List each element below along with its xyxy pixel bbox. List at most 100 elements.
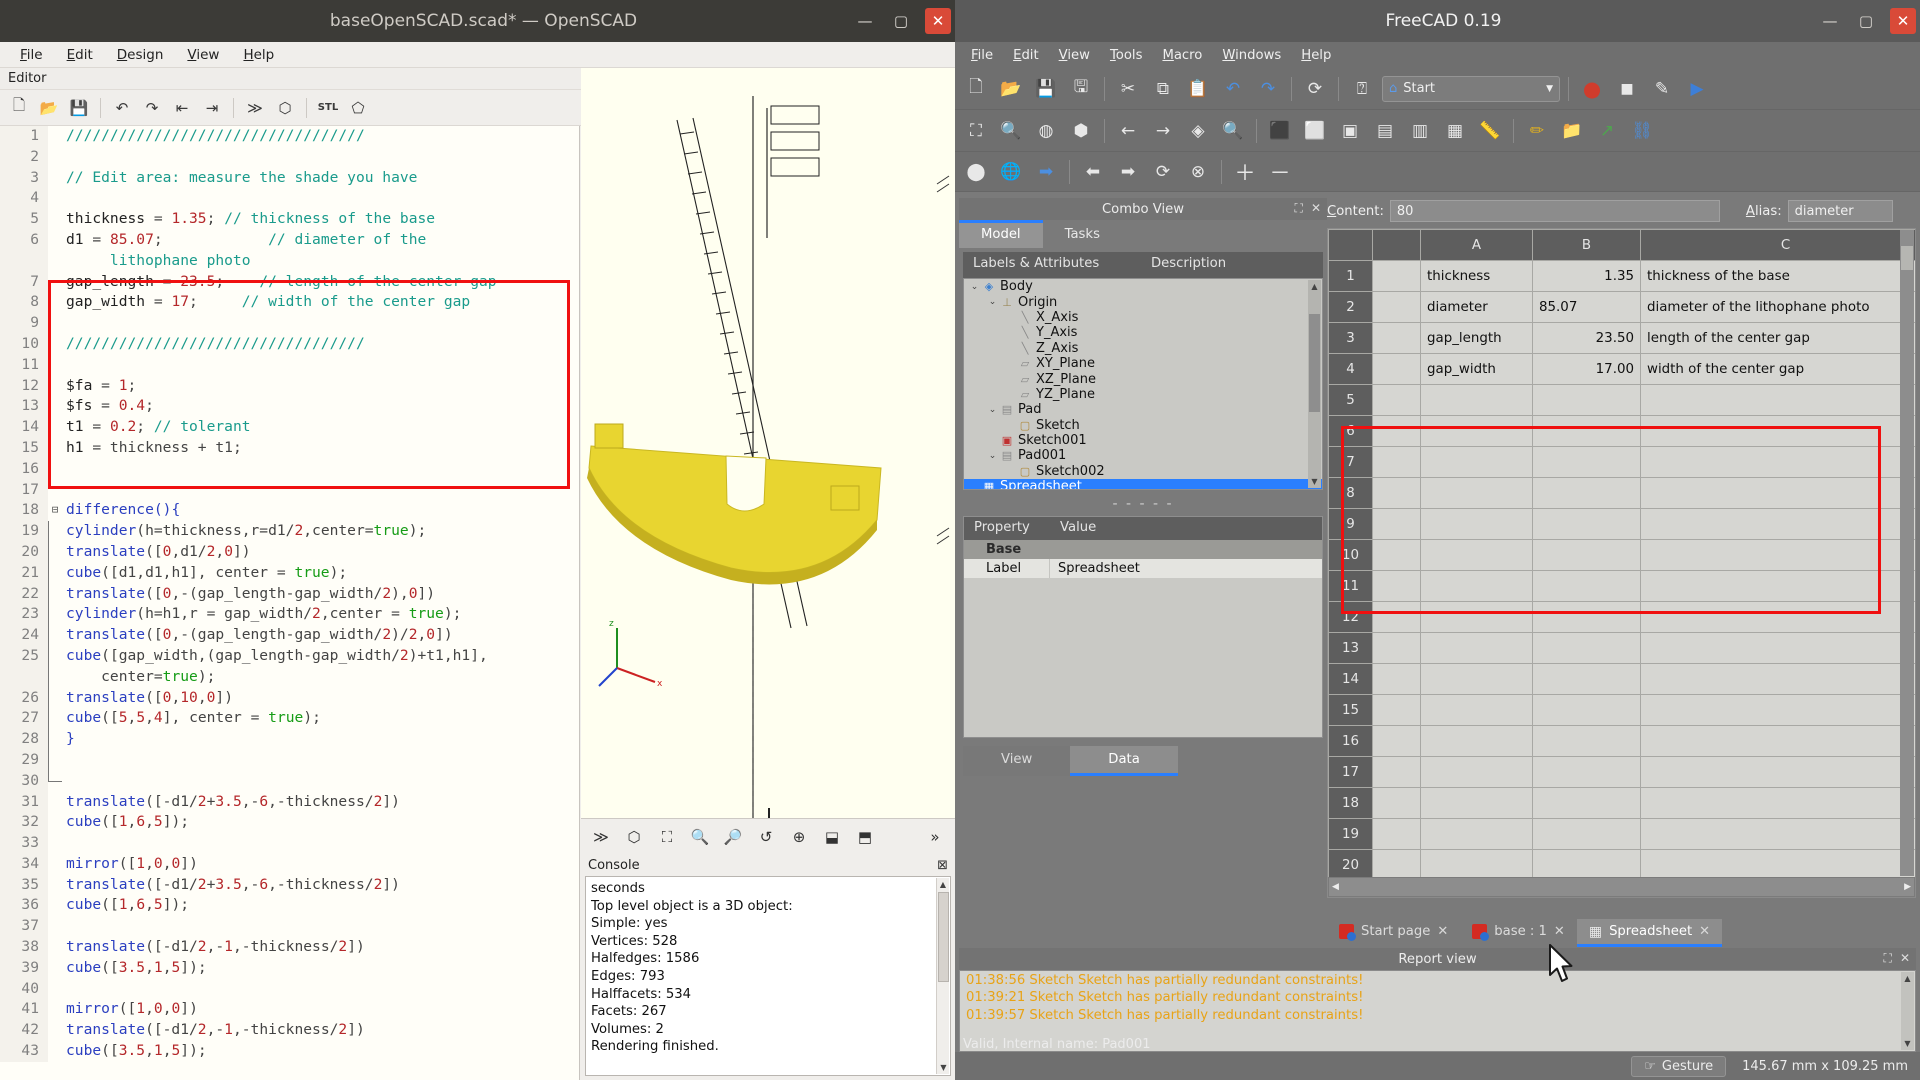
row-header[interactable]: 14 (1328, 663, 1373, 695)
close-icon[interactable]: ✕ (1699, 924, 1710, 939)
cell-blank[interactable] (1372, 384, 1421, 416)
unindent-icon[interactable]: ⇤ (169, 95, 195, 121)
refresh-icon[interactable]: ⟳ (1300, 74, 1330, 104)
cell-A11[interactable] (1420, 570, 1533, 602)
cell-B7[interactable] (1532, 446, 1641, 478)
fc-menu-tools[interactable]: Tools (1100, 45, 1152, 66)
code-line[interactable]: 13 $fs = 0.4; (0, 396, 579, 418)
code-line[interactable]: 23 cylinder(h=h1,r = gap_width/2,center =… (0, 604, 579, 626)
open-document-icon[interactable]: 📂 (996, 74, 1026, 104)
row-header[interactable]: 1 (1328, 260, 1373, 292)
menu-design[interactable]: Design (105, 44, 176, 66)
tree-item-origin[interactable]: ⌄ ⊥ Origin (964, 294, 1322, 310)
console-scrollbar[interactable]: ▲ ▼ (936, 878, 949, 1074)
spreadsheet-row[interactable]: 18 (1328, 787, 1915, 819)
save-icon[interactable]: 💾 (66, 95, 92, 121)
tree-item-xz_plane[interactable]: ▱ XZ_Plane (964, 371, 1322, 387)
row-header[interactable]: 8 (1328, 477, 1373, 509)
code-line[interactable]: 29 (0, 749, 579, 771)
spreadsheet-row[interactable]: 7 (1328, 446, 1915, 478)
fc-menu-help[interactable]: Help (1291, 45, 1341, 66)
view-top-icon[interactable]: ⬜ (1300, 116, 1330, 146)
cell-blank[interactable] (1372, 787, 1421, 819)
cell-A2[interactable]: diameter (1420, 291, 1533, 323)
row-header[interactable]: 18 (1328, 787, 1373, 819)
tree-item-pad001[interactable]: ⌄ ▤ Pad001 (964, 448, 1322, 463)
zoom-out-icon[interactable]: 🔎 (721, 825, 745, 849)
undo-icon[interactable]: ↶ (109, 95, 135, 121)
cell-B19[interactable] (1532, 818, 1641, 850)
cell-C5[interactable] (1640, 384, 1915, 416)
top-view-icon[interactable]: ⬓ (820, 825, 844, 849)
spreadsheet-hscrollbar[interactable]: ◀ ▶ (1328, 877, 1915, 897)
code-line[interactable]: 37 (0, 916, 579, 938)
cell-A4[interactable]: gap_width (1420, 353, 1533, 385)
cell-C20[interactable] (1640, 849, 1915, 881)
cell-blank[interactable] (1372, 570, 1421, 602)
cell-B14[interactable] (1532, 663, 1641, 695)
cell-C19[interactable] (1640, 818, 1915, 850)
whats-this-icon[interactable]: ⍰ (1347, 74, 1377, 104)
cell-blank[interactable] (1372, 849, 1421, 881)
cell-A12[interactable] (1420, 601, 1533, 633)
code-line[interactable]: 28} (0, 729, 579, 750)
spreadsheet-row[interactable]: 1 thickness 1.35 thickness of the base (1328, 260, 1915, 292)
tree-scrollbar[interactable]: ▲ ▼ (1308, 280, 1321, 488)
cell-C7[interactable] (1640, 446, 1915, 478)
view-rear-icon[interactable]: ▤ (1370, 116, 1400, 146)
panel-splitter[interactable]: - - - - - (959, 496, 1327, 512)
cell-B4[interactable]: 17.00 (1532, 353, 1641, 385)
column-header-B[interactable]: B (1532, 229, 1641, 261)
code-line[interactable]: 15 h1 = thickness + t1; (0, 437, 579, 459)
spreadsheet-row[interactable]: 9 (1328, 508, 1915, 540)
sphere-icon[interactable]: ⬤ (961, 157, 991, 187)
fc-menu-macro[interactable]: Macro (1152, 45, 1212, 66)
fc-menu-view[interactable]: View (1049, 45, 1100, 66)
row-header[interactable]: 16 (1328, 725, 1373, 757)
spreadsheet-row[interactable]: 4 gap_width 17.00 width of the center gap (1328, 353, 1915, 385)
paste-icon[interactable]: 📋 (1183, 74, 1213, 104)
export-stl-icon[interactable]: STL (315, 95, 341, 121)
spreadsheet-row[interactable]: 11 (1328, 570, 1915, 602)
cell-B11[interactable] (1532, 570, 1641, 602)
nav-back-icon[interactable]: ← (1113, 116, 1143, 146)
cell-blank[interactable] (1372, 322, 1421, 354)
cell-A17[interactable] (1420, 756, 1533, 788)
remove-icon[interactable]: － (1265, 157, 1295, 187)
cell-B9[interactable] (1532, 508, 1641, 540)
code-line[interactable]: 10 ////////////////////////////////// (0, 333, 579, 355)
cell-A15[interactable] (1420, 694, 1533, 726)
cell-A5[interactable] (1420, 384, 1533, 416)
cell-C12[interactable] (1640, 601, 1915, 633)
minimize-icon[interactable]: — (1812, 6, 1848, 36)
maximize-icon[interactable]: ▢ (883, 6, 919, 36)
save-as-icon[interactable]: 🖫 (1066, 74, 1096, 104)
cell-blank[interactable] (1372, 632, 1421, 664)
code-line[interactable]: 39 cube([3.5,1,5]); (0, 957, 579, 979)
code-line[interactable]: 9 (0, 313, 579, 334)
next-item-icon[interactable]: ➡ (1113, 157, 1143, 187)
link-icon[interactable]: ⛓ (1627, 116, 1657, 146)
scroll-up-icon[interactable]: ▲ (1308, 280, 1321, 293)
code-line[interactable]: 3 // Edit area: measure the shade you hav… (0, 167, 579, 189)
indent-icon[interactable]: ⇥ (199, 95, 225, 121)
cell-C16[interactable] (1640, 725, 1915, 757)
tree-item-sketch002[interactable]: ▢ Sketch002 (964, 464, 1322, 479)
cell-B17[interactable] (1532, 756, 1641, 788)
spreadsheet-row[interactable]: 20 (1328, 849, 1915, 881)
code-line[interactable]: 42 translate([-d1/2,-1,-thickness/2]) (0, 1020, 579, 1042)
fit-selection-icon[interactable]: 🔍 (996, 116, 1026, 146)
cell-C8[interactable] (1640, 477, 1915, 509)
close-icon[interactable]: ✕ (1890, 8, 1916, 34)
cell-blank[interactable] (1372, 415, 1421, 447)
cell-B5[interactable] (1532, 384, 1641, 416)
cell-B8[interactable] (1532, 477, 1641, 509)
cell-blank[interactable] (1372, 291, 1421, 323)
arrow-right-icon[interactable]: ➡ (1031, 157, 1061, 187)
code-editor[interactable]: 1 ////////////////////////////////// 2 3 // … (0, 126, 580, 1080)
code-line[interactable]: 2 (0, 146, 579, 168)
menu-help[interactable]: Help (231, 44, 286, 66)
content-input[interactable]: 80 (1389, 200, 1720, 222)
spreadsheet-row[interactable]: 6 (1328, 415, 1915, 447)
viewport-overflow-icon[interactable]: » (923, 825, 947, 849)
